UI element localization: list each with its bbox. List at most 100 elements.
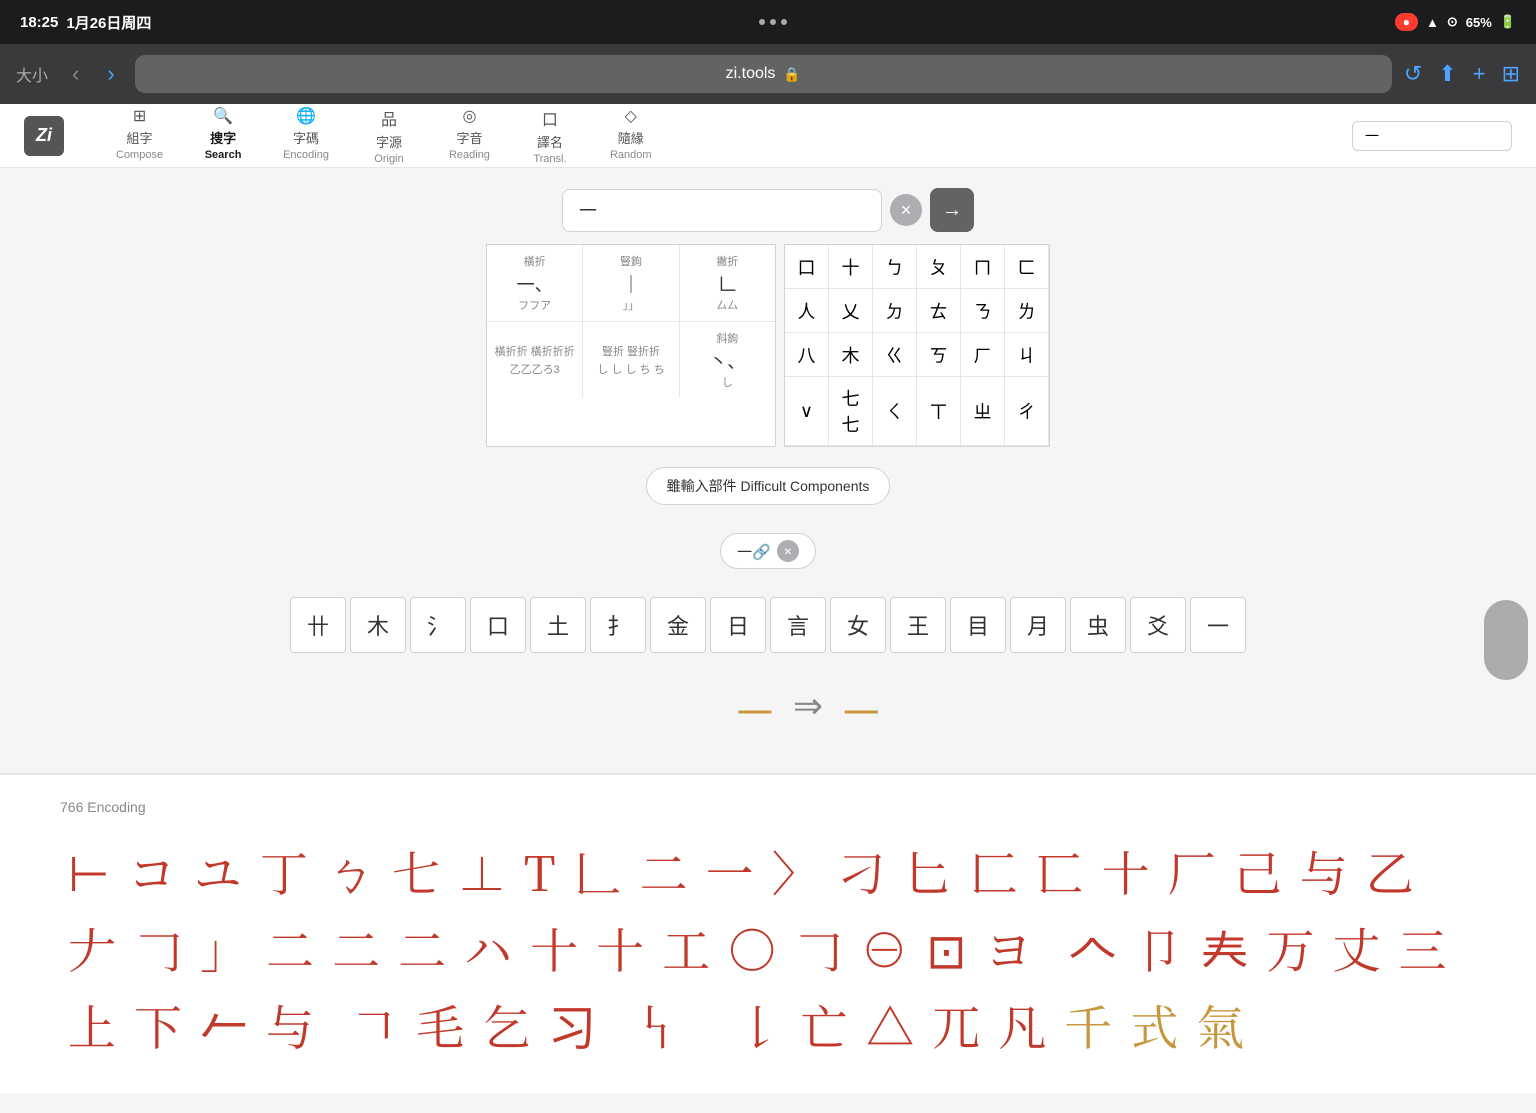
radical-yi[interactable]: 一 (1190, 597, 1246, 653)
bopo-ba[interactable]: 八 (785, 333, 829, 377)
stroke-cell-xiegou[interactable]: 斜鉤 丶、 し (680, 322, 775, 398)
result-item[interactable]: 𠄌 (726, 987, 790, 1062)
radical-cao[interactable]: 卄 (290, 597, 346, 653)
bopo-6[interactable]: ㄊ (917, 289, 961, 333)
result-item[interactable]: 兀 (924, 987, 988, 1062)
bopo-3[interactable]: ㄇ (961, 245, 1005, 289)
nav-random[interactable]: ◇ 隨緣 Random (590, 98, 672, 173)
result-item[interactable]: 与 (1292, 833, 1356, 908)
result-item[interactable]: 十 (522, 910, 586, 985)
result-item[interactable]: 三 (1391, 910, 1455, 985)
address-bar[interactable]: zi.tools 🔒 (135, 55, 1392, 93)
bopo-11[interactable]: ㄏ (961, 333, 1005, 377)
result-item[interactable]: 毛 (408, 987, 472, 1062)
result-item[interactable]: ⊡ (918, 910, 974, 985)
result-item[interactable]: 𠂇 (60, 910, 124, 985)
clear-button[interactable]: × (890, 194, 922, 226)
nav-compose[interactable]: ⊞ 組字 Compose (96, 98, 183, 173)
result-item[interactable]: 匸 (1028, 833, 1092, 908)
result-item[interactable]: 𠆢 (1060, 910, 1124, 985)
result-item[interactable]: 〉 (764, 833, 828, 908)
scrollbar-thumb[interactable] (1484, 600, 1528, 680)
result-item[interactable]: 与 (258, 987, 322, 1062)
stroke-cell-shugou[interactable]: 豎鉤 ｜ 」」 (583, 245, 679, 321)
result-item[interactable]: 𠃎 (324, 987, 340, 1062)
result-item[interactable]: ⊢ (60, 833, 118, 908)
radical-yue[interactable]: 月 (1010, 597, 1066, 653)
tabs-button[interactable]: ⊞ (1502, 61, 1520, 87)
result-item[interactable]: 十 (588, 910, 652, 985)
forward-button[interactable]: › (99, 57, 122, 91)
result-item[interactable]: 𠃥 (606, 987, 622, 1062)
bopo-v[interactable]: ∨ (785, 377, 829, 446)
bopo-2[interactable]: ㄆ (917, 245, 961, 289)
result-char-2[interactable]: 一 (843, 685, 879, 737)
result-item[interactable]: 二 (324, 910, 388, 985)
result-item[interactable]: ユ (186, 833, 250, 908)
result-item[interactable]: ヨ (976, 910, 1040, 985)
result-item[interactable]: ⊖ (852, 910, 916, 985)
result-item[interactable]: 下 (126, 987, 190, 1062)
radical-shou[interactable]: 扌 (590, 597, 646, 653)
bopo-x[interactable]: 乂 (829, 289, 873, 333)
bopo-77[interactable]: 七七 (829, 377, 873, 446)
bopo-shi[interactable]: 十 (829, 245, 873, 289)
result-item[interactable]: 万 (1258, 910, 1322, 985)
result-item[interactable]: 丈 (1325, 910, 1389, 985)
bopo-9[interactable]: ㄍ (873, 333, 917, 377)
nav-encoding[interactable]: 🌐 字碼 Encoding (263, 98, 349, 173)
bopo-15[interactable]: ㄓ (961, 377, 1005, 446)
radical-wang[interactable]: 王 (890, 597, 946, 653)
result-item[interactable]: 七 (384, 833, 448, 908)
result-item[interactable]: 𠃌 (126, 910, 190, 985)
result-item[interactable]: 一 (698, 833, 762, 908)
result-item[interactable]: 𠃑 (624, 987, 688, 1062)
result-item[interactable]: コ (120, 833, 184, 908)
result-item[interactable]: 二 (632, 833, 696, 908)
result-item[interactable]: 𠄒 (1042, 910, 1058, 985)
result-item[interactable]: 二 (258, 910, 322, 985)
bopo-1[interactable]: ㄅ (873, 245, 917, 289)
result-item[interactable]: 卩 (1126, 910, 1190, 985)
result-item[interactable]: 厂 (1160, 833, 1224, 908)
result-item[interactable]: 乙 (1358, 833, 1422, 908)
search-input[interactable] (562, 189, 882, 232)
tag-remove-button[interactable]: × (777, 540, 799, 562)
nav-transl[interactable]: 口 譯名 Transl. (510, 98, 590, 173)
bopo-10[interactable]: ㄎ (917, 333, 961, 377)
bopo-5[interactable]: ㄉ (873, 289, 917, 333)
add-tab-button[interactable]: + (1473, 61, 1486, 87)
tag-pill[interactable]: 一🔗 × (720, 533, 816, 569)
nav-search-input[interactable] (1365, 128, 1485, 144)
result-item[interactable]: 𠃊 (566, 833, 630, 908)
result-char-1[interactable]: 一 (737, 685, 773, 737)
stroke-cell-shuzhe[interactable]: 豎折 豎折折 し し し ち ち (583, 322, 679, 398)
radical-mu[interactable]: 木 (350, 597, 406, 653)
result-item[interactable]: 」 (192, 910, 256, 985)
bopo-kou[interactable]: 口 (785, 245, 829, 289)
result-item[interactable]: 上 (60, 987, 124, 1062)
result-item[interactable]: 刁 (830, 833, 894, 908)
nav-reading[interactable]: ◎ 字音 Reading (429, 98, 510, 173)
result-item[interactable]: 匕 (896, 833, 960, 908)
stroke-cell-hengzhezhe[interactable]: 橫折折 橫折折折 乙乙乙ろ3 (487, 322, 583, 398)
result-item[interactable]: 𠃕 (690, 987, 706, 1062)
bopo-12[interactable]: ㄐ (1005, 333, 1049, 377)
nav-origin[interactable]: 品 字源 Origin (349, 98, 429, 173)
share-button[interactable]: ⬆ (1438, 61, 1456, 87)
result-item[interactable]: ハ (456, 910, 520, 985)
radical-mu2[interactable]: 目 (950, 597, 1006, 653)
radical-yan[interactable]: 言 (770, 597, 826, 653)
radical-tu[interactable]: 土 (530, 597, 586, 653)
bopo-14[interactable]: ㄒ (917, 377, 961, 446)
bopo-13[interactable]: ㄑ (873, 377, 917, 446)
radical-ri[interactable]: 日 (710, 597, 766, 653)
nav-search-box[interactable] (1352, 121, 1512, 151)
stroke-cell-hengzhe[interactable]: 橫折 一、 フフア (487, 245, 583, 321)
result-item[interactable]: 己 (1226, 833, 1290, 908)
result-item[interactable]: 丁 (252, 833, 316, 908)
difficult-components-button[interactable]: 雖輸入部件 Difficult Components (646, 467, 891, 505)
bopo-mu[interactable]: 木 (829, 333, 873, 377)
radical-yao[interactable]: 爻 (1130, 597, 1186, 653)
result-item[interactable]: 亡 (792, 987, 856, 1062)
